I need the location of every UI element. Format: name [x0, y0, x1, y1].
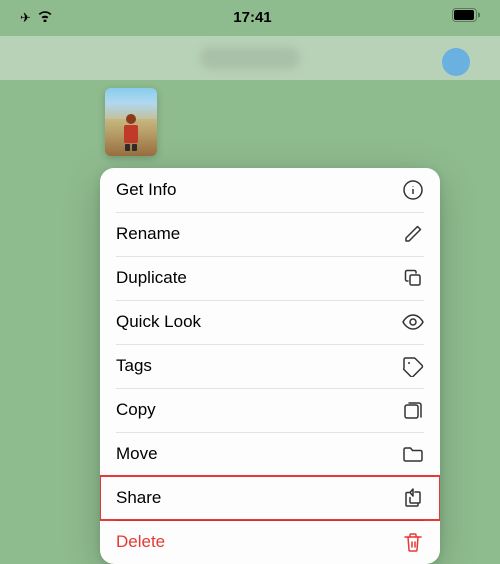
- blue-dot: [442, 48, 470, 76]
- share-icon: [402, 487, 424, 509]
- airplane-icon: ✈: [20, 10, 31, 26]
- status-left: ✈: [20, 9, 53, 27]
- menu-item-tags[interactable]: Tags: [100, 344, 440, 388]
- duplicate-icon: [402, 267, 424, 289]
- info-icon: [402, 179, 424, 201]
- menu-item-delete[interactable]: Delete: [100, 520, 440, 564]
- menu-item-share[interactable]: Share: [100, 476, 440, 520]
- wifi-icon: [37, 9, 53, 27]
- menu-item-quick-look[interactable]: Quick Look: [100, 300, 440, 344]
- delete-label: Delete: [116, 532, 165, 552]
- quick-look-label: Quick Look: [116, 312, 201, 332]
- context-menu: Get Info Rename Duplicate Quick: [100, 168, 440, 564]
- app-title-blurred: [200, 47, 300, 69]
- menu-item-copy[interactable]: Copy: [100, 388, 440, 432]
- eye-icon: [402, 311, 424, 333]
- tag-icon: [402, 355, 424, 377]
- file-thumbnail: [105, 88, 157, 156]
- duplicate-label: Duplicate: [116, 268, 187, 288]
- status-right: [452, 8, 480, 27]
- menu-item-get-info[interactable]: Get Info: [100, 168, 440, 212]
- battery-icon: [452, 8, 480, 27]
- app-top-bar: [0, 36, 500, 80]
- share-label: Share: [116, 488, 161, 508]
- status-time: 17:41: [233, 9, 271, 26]
- get-info-label: Get Info: [116, 180, 176, 200]
- copy-label: Copy: [116, 400, 156, 420]
- move-label: Move: [116, 444, 158, 464]
- thumbnail-image: [105, 88, 157, 156]
- pencil-icon: [402, 223, 424, 245]
- menu-item-rename[interactable]: Rename: [100, 212, 440, 256]
- folder-icon: [402, 443, 424, 465]
- status-bar: ✈ 17:41: [0, 0, 500, 31]
- menu-item-duplicate[interactable]: Duplicate: [100, 256, 440, 300]
- menu-item-move[interactable]: Move: [100, 432, 440, 476]
- copy-icon: [402, 399, 424, 421]
- tags-label: Tags: [116, 356, 152, 376]
- rename-label: Rename: [116, 224, 180, 244]
